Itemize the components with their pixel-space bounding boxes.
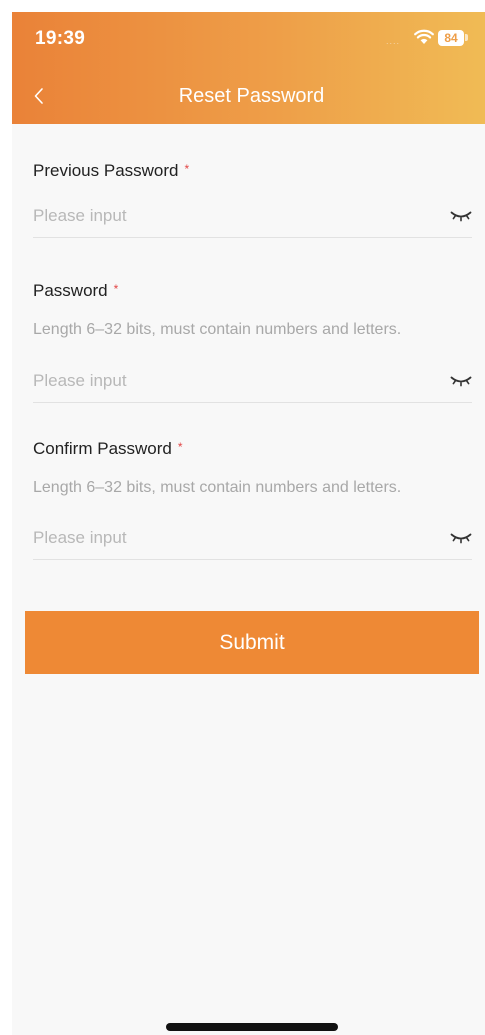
previous-password-label: Previous Password *: [33, 161, 189, 181]
confirm-password-field: [33, 520, 472, 560]
battery-icon: 84: [438, 30, 464, 46]
eye-closed-icon[interactable]: [450, 375, 472, 387]
eye-closed-icon[interactable]: [450, 532, 472, 544]
required-asterisk: *: [113, 282, 119, 296]
submit-button[interactable]: Submit: [25, 611, 479, 674]
header: 19:39 .... 84 Reset Password: [12, 12, 485, 124]
home-indicator: [166, 1023, 338, 1031]
previous-password-field: [33, 198, 472, 238]
password-hint: Length 6–32 bits, must contain numbers a…: [33, 321, 402, 338]
required-asterisk: *: [184, 162, 190, 176]
password-input[interactable]: [33, 363, 433, 399]
app-screen: 19:39 .... 84 Reset Password Previous Pa…: [12, 12, 485, 1035]
required-asterisk: *: [177, 440, 183, 454]
page-title: Reset Password: [178, 85, 325, 107]
password-label-text: Password: [33, 281, 108, 300]
password-label: Password *: [33, 281, 118, 301]
confirm-password-label-text: Confirm Password: [33, 439, 172, 458]
password-field: [33, 363, 472, 403]
confirm-password-label: Confirm Password *: [33, 439, 183, 459]
battery-tip: [465, 34, 468, 41]
confirm-password-input[interactable]: [33, 520, 433, 556]
previous-password-input[interactable]: [33, 198, 433, 234]
cellular-signal-icon: ....: [386, 36, 401, 46]
previous-password-label-text: Previous Password: [33, 161, 179, 180]
eye-closed-icon[interactable]: [450, 210, 472, 222]
status-time: 19:39: [35, 28, 86, 49]
confirm-password-hint: Length 6–32 bits, must contain numbers a…: [33, 479, 402, 496]
wifi-icon: [414, 29, 434, 44]
